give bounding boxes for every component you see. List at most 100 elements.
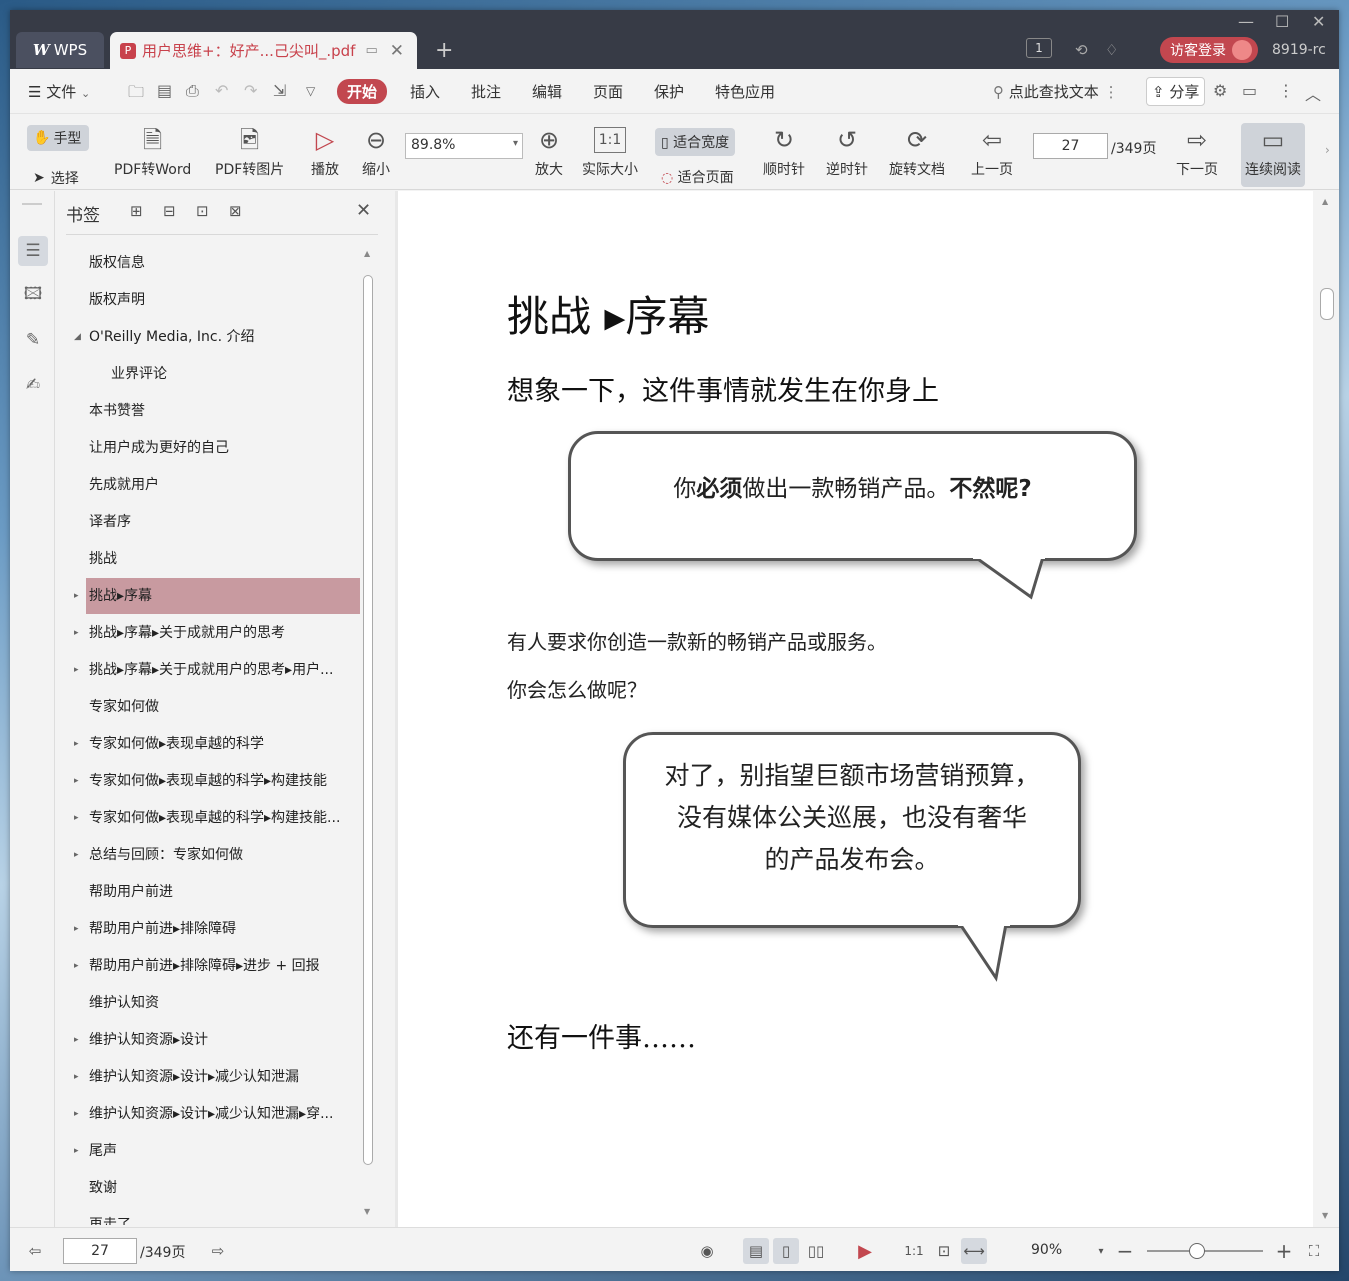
bookmark-scroll-thumb[interactable] (363, 275, 373, 1165)
bookmark-item[interactable]: 先成就用户 (86, 467, 360, 503)
bookmark-item[interactable]: ▸ 帮助用户前进▸排除障碍 (74, 911, 360, 947)
fullscreen-icon[interactable]: ⛶ (1301, 1238, 1327, 1264)
zoom-in-plus-icon[interactable]: + (1271, 1238, 1297, 1264)
page-number-input[interactable]: 27 (1033, 133, 1108, 159)
play-button[interactable]: ▷ 播放 (311, 123, 339, 179)
double-page-view-icon[interactable]: ▯▯ (803, 1238, 829, 1264)
bookmark-item[interactable]: ▸ 专家如何做▸表现卓越的科学 (74, 726, 360, 762)
open-folder-icon[interactable]: 🗀 (128, 81, 144, 108)
bookmark-item[interactable]: ▸ 挑战▸序幕 (74, 578, 360, 614)
eye-protection-icon[interactable]: ◉ (694, 1238, 720, 1264)
bookmark-item[interactable]: 译者序 (86, 504, 360, 540)
menu-insert[interactable]: 插入 (410, 81, 440, 102)
close-panel-icon[interactable]: ✕ (356, 200, 371, 221)
close-tab-icon[interactable]: ✕ (390, 41, 404, 61)
select-tool-button[interactable]: ➤ 选择 (33, 168, 79, 188)
collapse-ribbon-icon[interactable]: ︿ (1305, 81, 1321, 105)
expand-all-icon[interactable]: ⊞ (130, 202, 143, 220)
bookmark-item[interactable]: 帮助用户前进 (86, 874, 360, 910)
menu-start[interactable]: 开始 (337, 79, 388, 104)
menu-comment[interactable]: 批注 (471, 81, 501, 102)
thumbnail-panel-icon[interactable]: 🖾 (18, 280, 48, 310)
bookmark-item[interactable]: ▸ 帮助用户前进▸排除障碍▸进步 + 回报 (74, 948, 360, 984)
zoom-out-minus-icon[interactable]: − (1112, 1238, 1138, 1264)
bookmark-item[interactable]: 挑战 (86, 541, 360, 577)
rotate-document-button[interactable]: ⟳ 旋转文档 (889, 123, 945, 179)
bookmark-item[interactable]: 业界评论 (108, 356, 360, 392)
continuous-read-button[interactable]: ▭ 连续阅读 (1241, 123, 1305, 187)
rotate-counter-clockwise-button[interactable]: ↺ 逆时针 (826, 123, 868, 179)
collapsed-triangle-icon[interactable]: ▸ (74, 1022, 79, 1058)
bookmark-settings-icon[interactable]: ⊠ (229, 202, 242, 220)
bookmark-item[interactable]: ▸ 维护认知资源▸设计▸减少认知泄漏▸穿... (74, 1096, 360, 1132)
next-page-arrow-icon[interactable]: ⇨ (205, 1238, 231, 1264)
export-icon[interactable]: ⇲ (273, 81, 286, 100)
bookmark-item[interactable]: ▸ 总结与回顾：专家如何做 (74, 837, 360, 873)
close-window-icon[interactable]: ✕ (1312, 12, 1325, 31)
search-text-button[interactable]: ⚲ 点此查找文本 ⋮ (993, 81, 1119, 102)
fit-width-button[interactable]: ▯ 适合宽度 (655, 128, 736, 156)
zoom-select[interactable]: 89.8% ▾ (405, 133, 523, 159)
zoom-slider[interactable] (1147, 1243, 1263, 1259)
settings-gear-icon[interactable]: ⚙ (1213, 81, 1227, 100)
collapsed-triangle-icon[interactable]: ▸ (74, 948, 79, 984)
bookmark-item[interactable]: 致谢 (86, 1170, 360, 1206)
ribbon-scroll-right-icon[interactable]: › (1325, 143, 1330, 157)
tab-wps-home[interactable]: W WPS (16, 32, 104, 68)
print-icon[interactable]: ⎙ (186, 81, 199, 101)
add-bookmark-icon[interactable]: ⊡ (196, 202, 209, 220)
bookmark-item[interactable]: ◢ O'Reilly Media, Inc. 介绍 (74, 319, 360, 355)
next-page-button[interactable]: ⇨ 下一页 (1176, 123, 1218, 179)
zoom-out-button[interactable]: ⊖ 缩小 (362, 123, 390, 179)
status-page-input[interactable]: 27 (63, 1238, 137, 1264)
collapsed-triangle-icon[interactable]: ▸ (74, 763, 79, 799)
document-scroll-thumb[interactable] (1320, 288, 1334, 320)
annotation-panel-icon[interactable]: ✎ (18, 325, 48, 355)
undo-icon[interactable]: ↶ (215, 81, 228, 100)
prev-page-button[interactable]: ⇦ 上一页 (971, 123, 1013, 179)
fit-width-status-icon[interactable]: ⟷ (961, 1238, 987, 1264)
signature-panel-icon[interactable]: ✍ (18, 370, 48, 400)
zoom-dropdown-icon[interactable]: ▾ (1088, 1238, 1114, 1264)
menu-protect[interactable]: 保护 (654, 81, 684, 102)
sync-icon[interactable]: ⟲ (1075, 38, 1088, 62)
single-page-view-icon[interactable]: ▤ (743, 1238, 769, 1264)
fit-page-button[interactable]: ◌ 适合页面 (661, 167, 734, 187)
bookmark-item[interactable]: 维护认知资 (86, 985, 360, 1021)
expanded-triangle-icon[interactable]: ◢ (74, 319, 81, 355)
scroll-down-icon[interactable]: ▼ (1322, 1211, 1328, 1220)
collapsed-triangle-icon[interactable]: ▸ (74, 911, 79, 947)
scroll-down-icon[interactable]: ▼ (364, 1207, 370, 1216)
collapsed-triangle-icon[interactable]: ▸ (74, 800, 79, 836)
save-icon[interactable]: ▤ (157, 81, 172, 100)
bookmark-item[interactable]: ▸ 挑战▸序幕▸关于成就用户的思考 (74, 615, 360, 651)
bookmark-item[interactable]: 版权声明 (86, 282, 360, 318)
menu-file[interactable]: ☰ 文件 ⌄ (28, 81, 90, 102)
menu-edit[interactable]: 编辑 (532, 81, 562, 102)
menu-special[interactable]: 特色应用 (715, 81, 775, 102)
skin-icon[interactable]: ♢ (1105, 38, 1118, 62)
share-button[interactable]: ⇪ 分享 (1146, 77, 1206, 106)
pdf-to-word-button[interactable]: 🗎 PDF转Word (114, 123, 191, 179)
actual-size-button[interactable]: 1:1 实际大小 (582, 123, 638, 179)
collapsed-triangle-icon[interactable]: ▸ (74, 578, 79, 614)
zoom-in-button[interactable]: ⊕ 放大 (535, 123, 563, 179)
hand-tool-button[interactable]: ✋ 手型 (27, 125, 89, 151)
more-quick-icon[interactable]: ▽ (306, 84, 315, 98)
drag-handle[interactable] (22, 203, 42, 205)
bookmark-item[interactable]: ▸ 尾声 (74, 1133, 360, 1169)
new-tab-icon[interactable]: + (435, 38, 453, 63)
collapsed-triangle-icon[interactable]: ▸ (74, 726, 79, 762)
bookmark-item[interactable]: ▸ 专家如何做▸表现卓越的科学▸构建技能... (74, 800, 360, 836)
scroll-up-icon[interactable]: ▲ (1322, 197, 1328, 206)
bookmark-item[interactable]: 再走了 (86, 1207, 360, 1225)
document-scrollbar[interactable]: ▲ ▼ (1313, 191, 1339, 1227)
collapsed-triangle-icon[interactable]: ▸ (74, 1133, 79, 1169)
bookmark-panel-icon[interactable]: ☰ (18, 236, 48, 266)
tab-document[interactable]: P 用户思维+：好产...己尖叫_.pdf ▭ ✕ (110, 32, 417, 69)
bookmark-item[interactable]: ▸ 维护认知资源▸设计 (74, 1022, 360, 1058)
collapsed-triangle-icon[interactable]: ▸ (74, 615, 79, 651)
minimize-icon[interactable]: — (1238, 12, 1254, 31)
page-view-icon[interactable]: ▯ (773, 1238, 799, 1264)
zoom-slider-knob[interactable] (1189, 1243, 1205, 1259)
